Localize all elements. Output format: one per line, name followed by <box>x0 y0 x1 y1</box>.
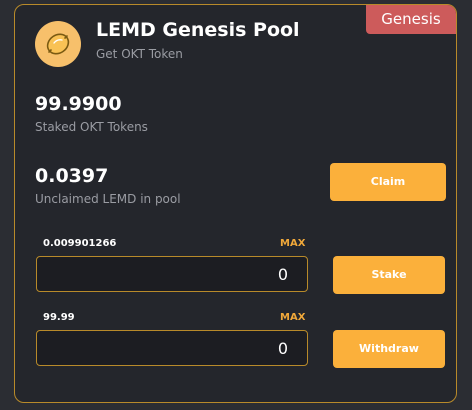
genesis-badge: Genesis <box>366 5 456 34</box>
pool-card: Genesis LEMD Genesis Pool Get OKT Token … <box>14 4 457 403</box>
stake-amount-input[interactable] <box>36 256 308 292</box>
pool-subtitle: Get OKT Token <box>96 47 183 61</box>
unclaimed-label: Unclaimed LEMD in pool <box>35 192 181 206</box>
staked-label: Staked OKT Tokens <box>35 120 148 134</box>
lemon-icon <box>35 21 81 67</box>
withdraw-button[interactable]: Withdraw <box>333 330 445 368</box>
unclaimed-value: 0.0397 <box>35 165 109 187</box>
stake-max-link[interactable]: MAX <box>280 238 305 249</box>
withdraw-amount-input[interactable] <box>36 330 308 366</box>
stake-button[interactable]: Stake <box>333 256 445 294</box>
stake-balance: 0.009901266 <box>43 238 117 249</box>
staked-value: 99.9900 <box>35 93 122 115</box>
pool-title: LEMD Genesis Pool <box>96 19 300 41</box>
withdraw-max-link[interactable]: MAX <box>280 312 305 323</box>
withdraw-balance: 99.99 <box>43 312 75 323</box>
claim-button[interactable]: Claim <box>330 163 446 201</box>
